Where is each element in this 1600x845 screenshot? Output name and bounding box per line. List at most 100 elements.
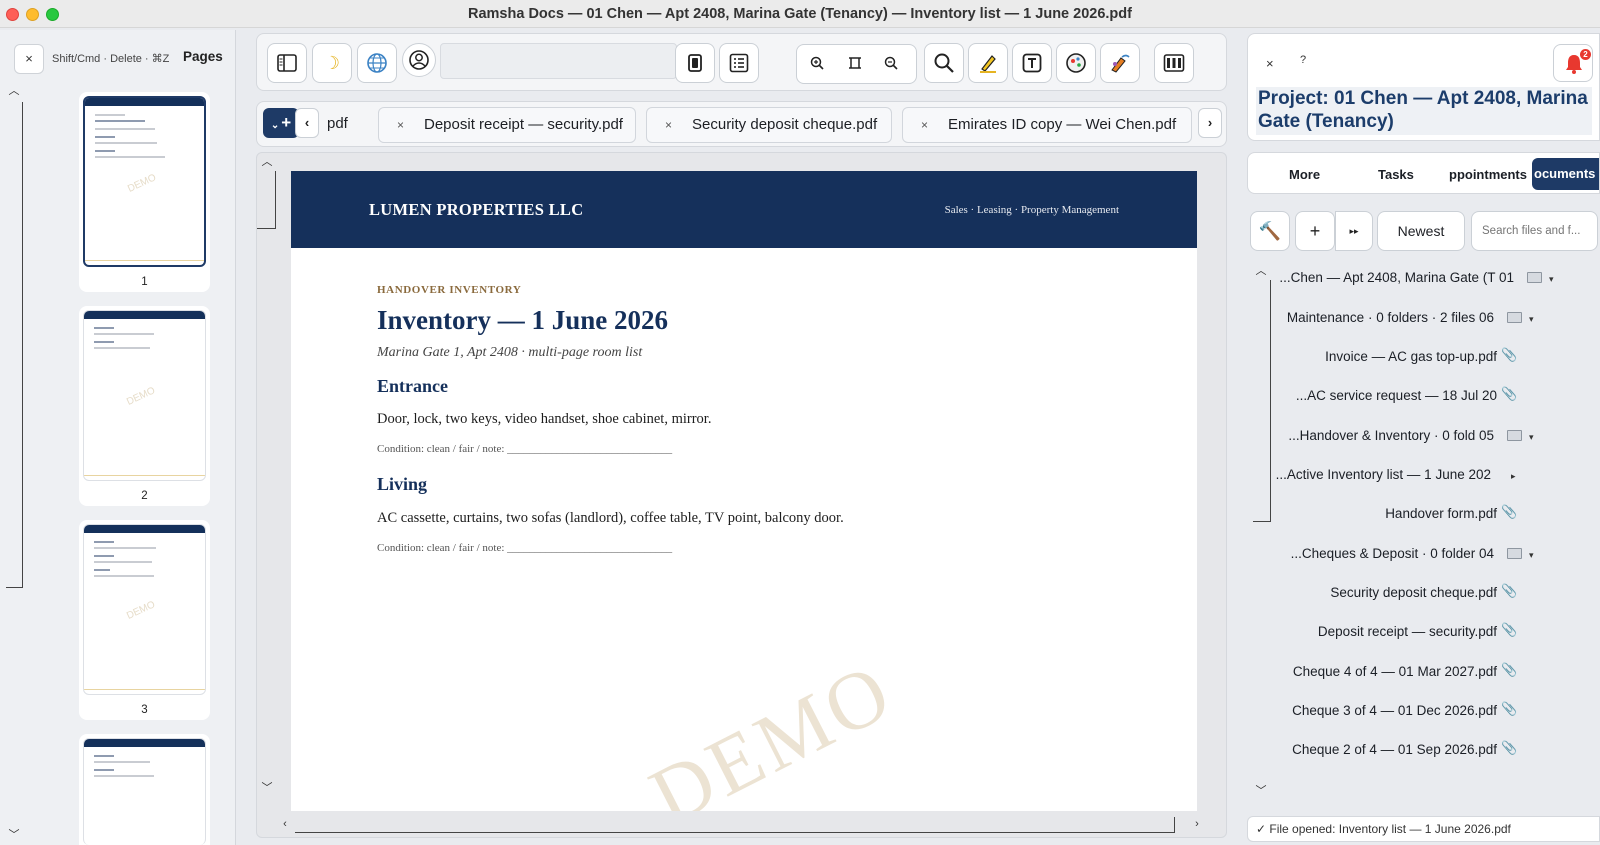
documents-scroll-thumb[interactable] [1253,280,1271,522]
page-thumbnail-4[interactable] [79,734,210,845]
section-heading-living: Living [377,474,428,494]
language-button[interactable] [357,43,397,83]
document-viewer[interactable]: ︿ ﹀ LUMEN PROPERTIES LLC Sales · Leasing… [256,152,1227,838]
help-button[interactable]: ? [1300,54,1306,66]
toolbar-input[interactable] [440,43,677,79]
sidebar-toggle-icon [277,54,297,72]
zoom-out-button[interactable] [883,55,899,74]
page-number: 1 [141,276,148,288]
new-tab-button[interactable]: ⌄ + [263,108,299,138]
file-security-deposit-cheque[interactable]: Security deposit cheque.pdf [1330,585,1497,600]
more-actions-button[interactable]: ▸▸ [1335,211,1373,251]
tab-appointments[interactable]: ppointments [1449,167,1527,182]
close-project-panel-button[interactable]: × [1266,56,1274,71]
account-button[interactable] [402,43,436,77]
paperclip-icon: 📎 [1501,622,1518,637]
pages-scrollbar[interactable]: ︿ ﹀ [6,84,24,844]
file-info-button[interactable] [675,43,715,83]
chevron-down-icon[interactable]: ▾ [1529,432,1534,443]
tabs-prev-button[interactable]: ‹ [295,108,319,138]
sidebar-toggle-button[interactable] [267,43,307,83]
documents-scrollbar[interactable]: ︿ ﹀ [1253,264,1273,800]
scroll-up-icon[interactable]: ︿ [1253,264,1269,280]
file-icon [688,54,702,72]
highlight-button[interactable] [968,43,1008,83]
close-pages-panel-button[interactable]: × [14,44,44,74]
scroll-down-icon[interactable]: ﹀ [6,828,22,844]
tools-button[interactable]: 🔨 [1250,211,1290,251]
folder-handover-inventory[interactable]: ...Handover & Inventory · 0 fold 05 [1288,428,1494,443]
zoom-out-icon [884,56,898,70]
notifications-button[interactable]: 2 [1553,44,1593,82]
main-toolbar: ☽ [256,33,1227,91]
close-tab-icon[interactable]: × [665,108,672,142]
documents-search-input[interactable] [1471,211,1598,251]
fit-page-icon [849,57,861,69]
text-box-button[interactable] [1012,43,1052,83]
active-inventory-list[interactable]: ...Active Inventory list — 1 June 202 [1276,467,1491,482]
file-invoice-ac-gas[interactable]: Invoice — AC gas top-up.pdf [1325,349,1497,364]
file-handover-form[interactable]: Handover form.pdf [1385,506,1497,521]
file-deposit-receipt[interactable]: Deposit receipt — security.pdf [1318,624,1497,639]
sort-newest-button[interactable]: Newest [1377,211,1465,251]
thumbnail-preview: DEMO [83,310,206,481]
tab-documents[interactable]: ocuments · [1532,158,1599,190]
demo-watermark: DEMO [636,644,907,811]
folder-maintenance[interactable]: Maintenance · 0 folders · 2 files 06 [1287,310,1494,325]
letterhead: LUMEN PROPERTIES LLC Sales · Leasing · P… [291,171,1197,248]
tab-emirates-id-copy[interactable]: × Emirates ID copy — Wei Chen.pdf [902,107,1192,143]
viewer-vertical-scrollbar[interactable]: ︿ ﹀ [257,153,277,803]
dark-mode-button[interactable]: ☽ [312,43,352,83]
page-number: 3 [141,704,148,716]
tab-more[interactable]: More [1289,167,1320,182]
pages-scroll-thumb[interactable] [6,102,23,588]
section-body-living: AC cassette, curtains, two sofas (landlo… [377,510,844,526]
scroll-up-icon[interactable]: ︿ [6,84,22,100]
close-tab-icon[interactable]: × [921,108,928,142]
page-thumbnail-1[interactable]: DEMO 1 [79,92,210,292]
search-button[interactable] [924,43,964,83]
chevron-right-icon[interactable]: ▸ [1511,471,1516,482]
document-title: Inventory — 1 June 2026 [377,305,669,335]
scroll-left-icon[interactable]: ‹ [277,817,293,833]
pages-panel: × Shift/Cmd · Delete · ⌘Z Pages ︿ ﹀ DEMO… [0,30,236,845]
paperclip-icon: 📎 [1501,386,1518,401]
project-panel-header: × ? 2 Project: 01 Chen — Apt 2408, Marin… [1247,33,1600,141]
scroll-down-icon[interactable]: ﹀ [259,781,275,797]
fit-page-button[interactable] [847,55,863,74]
page-thumbnail-3[interactable]: DEMO 3 [79,520,210,720]
sign-button[interactable] [1100,43,1140,83]
project-title: Project: 01 Chen — Apt 2408, Marina Gate… [1256,87,1592,135]
viewer-horizontal-scrollbar[interactable]: ‹ › [277,815,1226,835]
tab-deposit-receipt[interactable]: × Deposit receipt — security.pdf [378,107,636,143]
close-tab-icon[interactable]: × [397,108,404,142]
file-ac-service-request[interactable]: ...AC service request — 18 Jul 20 [1296,388,1497,403]
folder-project-root[interactable]: ...Chen — Apt 2408, Marina Gate (T 01 [1279,270,1514,285]
chevron-down-icon[interactable]: ▾ [1549,274,1554,285]
pages-shortcut-hint: Shift/Cmd · Delete · ⌘Z [52,53,170,65]
chevron-down-icon[interactable]: ▾ [1529,314,1534,325]
file-cheque-2[interactable]: Cheque 2 of 4 — 01 Sep 2026.pdf [1292,742,1497,757]
add-document-button[interactable]: + [1295,211,1335,251]
folder-cheques-deposit[interactable]: ...Cheques & Deposit · 0 folder 04 [1291,546,1494,561]
compare-button[interactable] [1154,43,1194,83]
section-condition-entrance: Condition: clean / fair / note: ________… [377,443,673,455]
document-kicker: HANDOVER INVENTORY [377,284,522,296]
chevron-down-icon[interactable]: ▾ [1529,550,1534,561]
tab-partial[interactable]: pdf [323,107,367,143]
page-thumbnail-2[interactable]: DEMO 2 [79,306,210,506]
file-cheque-3[interactable]: Cheque 3 of 4 — 01 Dec 2026.pdf [1292,703,1497,718]
tab-tasks[interactable]: Tasks [1378,167,1414,182]
scroll-down-icon[interactable]: ﹀ [1253,784,1269,800]
tabs-next-button[interactable]: › [1198,108,1222,138]
scroll-up-icon[interactable]: ︿ [259,155,275,171]
viewer-hscroll-thumb[interactable] [295,817,1175,833]
zoom-in-button[interactable] [809,55,825,74]
tab-security-deposit-cheque[interactable]: × Security deposit cheque.pdf [646,107,892,143]
viewer-scroll-thumb[interactable] [257,171,276,229]
window-titlebar: Ramsha Docs — 01 Chen — Apt 2408, Marina… [0,0,1600,28]
file-cheque-4[interactable]: Cheque 4 of 4 — 01 Mar 2027.pdf [1293,664,1497,679]
stamp-button[interactable] [1056,43,1096,83]
scroll-right-icon[interactable]: › [1189,817,1205,833]
checklist-button[interactable] [719,43,759,83]
